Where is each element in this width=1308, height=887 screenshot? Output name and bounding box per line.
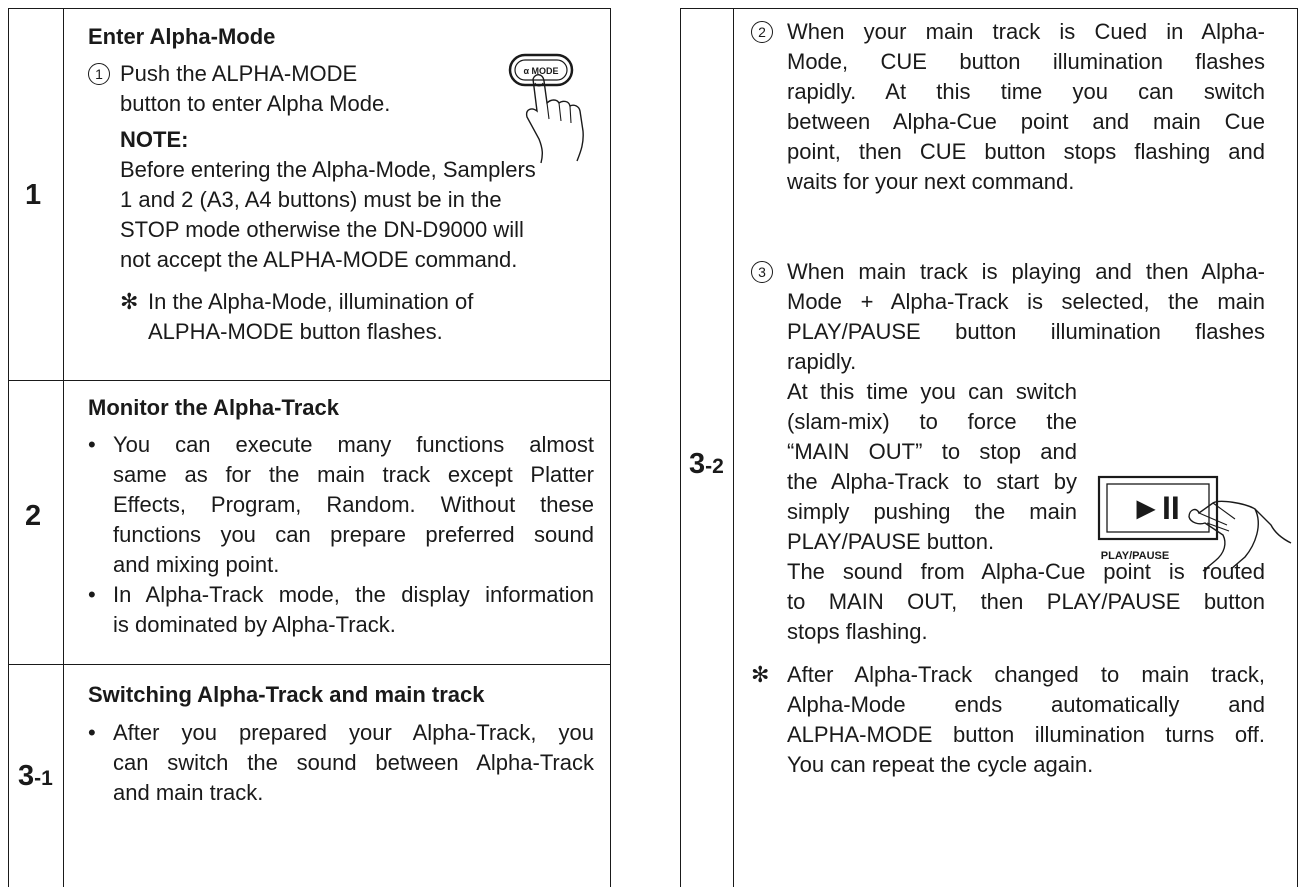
note-line: STOP mode otherwise the DN-D9000 will (120, 217, 524, 242)
star-note-line: In the Alpha-Mode, illumination of (148, 289, 474, 314)
step-text-line: When your main track is Cued in Alpha- (787, 19, 1265, 44)
alpha-mode-button-illustration: α MODE (508, 53, 584, 164)
bullet-line: Effects, Program, Random. Without these (113, 492, 594, 517)
step-text-line: rapidly. At this time you can switch (787, 79, 1265, 104)
bullet-line: same as for the main track except Platte… (113, 462, 594, 487)
step-text-line: point, then CUE button stops flashing an… (787, 139, 1265, 164)
section-2: 2 Monitor the Alpha-Track • You can exec… (9, 380, 610, 665)
bullet-line: In Alpha-Track mode, the display informa… (113, 582, 594, 607)
section-3-2-content: 2 When your main track is Cued in Alpha-… (751, 17, 1265, 780)
star-note-line: ALPHA-MODE button flashes. (148, 319, 443, 344)
star-note-line: Alpha-Mode ends automatically and (787, 692, 1265, 717)
step-marker: 3 (751, 257, 773, 287)
bullet-line: functions you can prepare preferred soun… (113, 522, 594, 547)
step-text-line: Mode + Alpha-Track is selected, the main (787, 289, 1265, 314)
step-text-line: rapidly. (787, 349, 857, 374)
section-content: Monitor the Alpha-Track • You can execut… (88, 393, 594, 640)
star-note: ✻ In the Alpha-Mode, illumination of ALP… (120, 287, 588, 347)
step-text-line: PLAY/PAUSE button. (787, 529, 995, 554)
section-3-1: 3-1 Switching Alpha-Track and main track… (9, 664, 610, 887)
step-text-line: simply pushing the main (787, 499, 1077, 524)
play-pause-button-label: PLAY/PAUSE (1101, 550, 1169, 562)
step-text-line: between Alpha-Cue point and main Cue (787, 109, 1265, 134)
step-marker: 1 (88, 59, 110, 89)
play-pause-icon: ►II (1130, 490, 1179, 526)
step-text-line: When main track is playing and then Alph… (787, 259, 1265, 284)
bullet: • (88, 720, 96, 745)
wrapped-text: At this time you can switch (slam-mix) t… (787, 377, 1077, 557)
asterisk-icon: ✻ (120, 289, 139, 314)
bullet: • (88, 432, 96, 457)
step-text-line: “MAIN OUT” to stop and (787, 439, 1077, 464)
bullet-line: After you prepared your Alpha-Track, you (113, 720, 594, 745)
step-text-line: At this time you can switch (787, 379, 1077, 404)
bullet-item: • After you prepared your Alpha-Track, y… (88, 718, 594, 808)
star-note: ✻ After Alpha-Track changed to main trac… (751, 660, 1265, 780)
section-number: 3-2 (689, 448, 724, 480)
step-text-line: stops flashing. (787, 619, 928, 644)
section-heading: Monitor the Alpha-Track (88, 395, 339, 420)
right-table: 3-2 2 When your main track is Cued in Al… (680, 8, 1298, 887)
step-text-line: (slam-mix) to force the (787, 409, 1077, 434)
section-number: 1 (25, 179, 42, 211)
step-text-line: the Alpha-Track to start by (787, 469, 1077, 494)
bullet-line: and main track. (113, 780, 264, 805)
step-2: 2 When your main track is Cued in Alpha-… (751, 17, 1265, 197)
note-line: 1 and 2 (A3, A4 buttons) must be in the (120, 187, 502, 212)
section-number: 2 (25, 500, 42, 532)
step-3: 3 When main track is playing and then Al… (751, 257, 1265, 647)
bullet-line: You can execute many functions almost (113, 432, 594, 457)
star-note-line: After Alpha-Track changed to main track, (787, 662, 1265, 687)
bullet-item: • In Alpha-Track mode, the display infor… (88, 580, 594, 640)
bullet-line: and mixing point. (113, 552, 280, 577)
step-text-line: waits for your next command. (787, 169, 1075, 194)
section-heading: Enter Alpha-Mode (88, 24, 276, 49)
section-content: Switching Alpha-Track and main track • A… (88, 680, 594, 808)
play-pause-button-illustration: ►II PLAY/PAUSE (1097, 475, 1292, 572)
right-number-column-divider (733, 9, 734, 887)
bullet: • (88, 582, 96, 607)
step-text-line: Mode, CUE button illumination flashes (787, 49, 1265, 74)
alpha-mode-button-label: α MODE (523, 66, 558, 76)
section-heading: Switching Alpha-Track and main track (88, 682, 485, 707)
step-text-line: to MAIN OUT, then PLAY/PAUSE button (787, 589, 1265, 614)
section-number: 3-1 (18, 760, 53, 792)
note-line: not accept the ALPHA-MODE command. (120, 247, 518, 272)
section-1: 1 Enter Alpha-Mode 1 Push the ALPHA-MODE… (9, 9, 610, 381)
bullet-item: • You can execute many functions almost … (88, 430, 594, 580)
bullet-line: is dominated by Alpha-Track. (113, 612, 396, 637)
star-note-line: You can repeat the cycle again. (787, 752, 1094, 777)
step-text-line: PLAY/PAUSE button illumination flashes (787, 319, 1265, 344)
step-marker: 2 (751, 17, 773, 47)
star-note-line: ALPHA-MODE button illumination turns off… (787, 722, 1265, 747)
bullet-line: can switch the sound between Alpha-Track (113, 750, 594, 775)
left-table: 1 Enter Alpha-Mode 1 Push the ALPHA-MODE… (8, 8, 611, 887)
asterisk-icon: ✻ (751, 662, 770, 687)
